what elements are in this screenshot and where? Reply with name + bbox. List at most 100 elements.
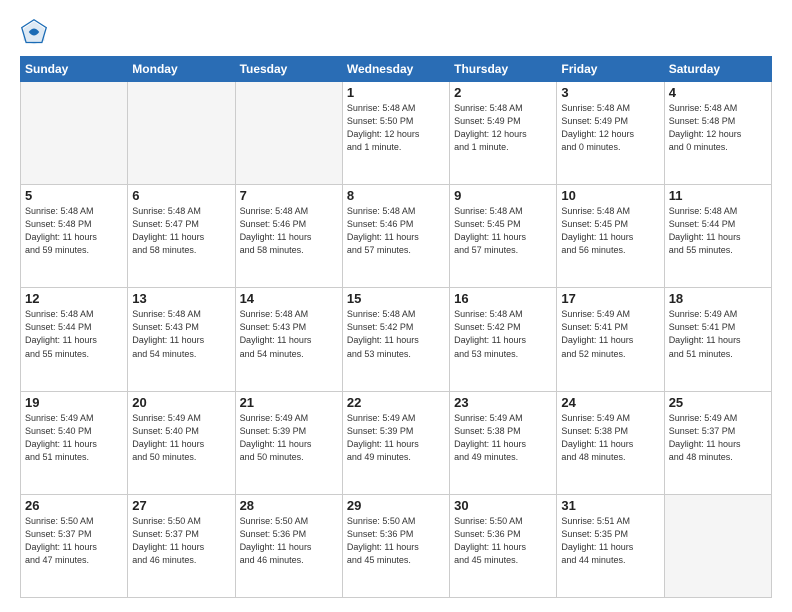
calendar-cell: 2Sunrise: 5:48 AM Sunset: 5:49 PM Daylig… bbox=[450, 82, 557, 185]
day-info: Sunrise: 5:49 AM Sunset: 5:41 PM Dayligh… bbox=[669, 308, 767, 360]
calendar-cell: 28 Sunrise: 5:50 AM Sunset: 5:36 PM Dayli… bbox=[235, 494, 342, 597]
calendar-cell: 8 Sunrise: 5:48 AM Sunset: 5:46 PM Daylig… bbox=[342, 185, 449, 288]
calendar-cell: 4Sunrise: 5:48 AM Sunset: 5:48 PM Daylig… bbox=[664, 82, 771, 185]
day-number: 22 bbox=[347, 395, 445, 410]
day-header-thursday: Thursday bbox=[450, 57, 557, 82]
day-info: Sunrise: 5:48 AM Sunset: 5:49 PM Dayligh… bbox=[454, 102, 552, 154]
day-header-sunday: Sunday bbox=[21, 57, 128, 82]
logo bbox=[20, 18, 52, 46]
day-header-friday: Friday bbox=[557, 57, 664, 82]
day-info: Sunrise: 5:49 AM Sunset: 5:39 PM Dayligh… bbox=[240, 412, 338, 464]
day-info: Sunrise: 5:50 AM Sunset: 5:36 PM Dayligh… bbox=[240, 515, 338, 567]
day-number: 12 bbox=[25, 291, 123, 306]
day-info: Sunrise: 5:48 AM Sunset: 5:43 PM Dayligh… bbox=[240, 308, 338, 360]
calendar-cell: 24Sunrise: 5:49 AM Sunset: 5:38 PM Dayli… bbox=[557, 391, 664, 494]
day-number: 20 bbox=[132, 395, 230, 410]
day-number: 1 bbox=[347, 85, 445, 100]
calendar-cell: 3 Sunrise: 5:48 AM Sunset: 5:49 PM Daylig… bbox=[557, 82, 664, 185]
calendar-week-row: 26 Sunrise: 5:50 AM Sunset: 5:37 PM Dayli… bbox=[21, 494, 772, 597]
day-number: 18 bbox=[669, 291, 767, 306]
day-number: 16 bbox=[454, 291, 552, 306]
calendar-cell: 20 Sunrise: 5:49 AM Sunset: 5:40 PM Dayli… bbox=[128, 391, 235, 494]
calendar-cell: 5 Sunrise: 5:48 AM Sunset: 5:48 PM Daylig… bbox=[21, 185, 128, 288]
calendar-cell bbox=[128, 82, 235, 185]
day-number: 11 bbox=[669, 188, 767, 203]
calendar-cell: 16 Sunrise: 5:48 AM Sunset: 5:42 PM Dayli… bbox=[450, 288, 557, 391]
calendar-cell: 27 Sunrise: 5:50 AM Sunset: 5:37 PM Dayli… bbox=[128, 494, 235, 597]
day-number: 5 bbox=[25, 188, 123, 203]
day-info: Sunrise: 5:48 AM Sunset: 5:46 PM Dayligh… bbox=[347, 205, 445, 257]
day-number: 29 bbox=[347, 498, 445, 513]
calendar-cell: 25 Sunrise: 5:49 AM Sunset: 5:37 PM Dayli… bbox=[664, 391, 771, 494]
calendar-cell: 7Sunrise: 5:48 AM Sunset: 5:46 PM Daylig… bbox=[235, 185, 342, 288]
day-number: 13 bbox=[132, 291, 230, 306]
calendar-cell: 22 Sunrise: 5:49 AM Sunset: 5:39 PM Dayli… bbox=[342, 391, 449, 494]
calendar-cell: 31 Sunrise: 5:51 AM Sunset: 5:35 PM Dayli… bbox=[557, 494, 664, 597]
day-info: Sunrise: 5:49 AM Sunset: 5:40 PM Dayligh… bbox=[25, 412, 123, 464]
day-info: Sunrise: 5:48 AM Sunset: 5:42 PM Dayligh… bbox=[347, 308, 445, 360]
header bbox=[20, 18, 772, 46]
day-info: Sunrise: 5:48 AM Sunset: 5:48 PM Dayligh… bbox=[25, 205, 123, 257]
calendar-cell: 11 Sunrise: 5:48 AM Sunset: 5:44 PM Dayli… bbox=[664, 185, 771, 288]
calendar-table: SundayMondayTuesdayWednesdayThursdayFrid… bbox=[20, 56, 772, 598]
calendar-cell: 29Sunrise: 5:50 AM Sunset: 5:36 PM Dayli… bbox=[342, 494, 449, 597]
day-info: Sunrise: 5:49 AM Sunset: 5:37 PM Dayligh… bbox=[669, 412, 767, 464]
calendar-cell: 26 Sunrise: 5:50 AM Sunset: 5:37 PM Dayli… bbox=[21, 494, 128, 597]
day-info: Sunrise: 5:49 AM Sunset: 5:38 PM Dayligh… bbox=[454, 412, 552, 464]
day-info: Sunrise: 5:50 AM Sunset: 5:36 PM Dayligh… bbox=[454, 515, 552, 567]
calendar-cell: 17Sunrise: 5:49 AM Sunset: 5:41 PM Dayli… bbox=[557, 288, 664, 391]
day-number: 10 bbox=[561, 188, 659, 203]
day-info: Sunrise: 5:48 AM Sunset: 5:50 PM Dayligh… bbox=[347, 102, 445, 154]
day-number: 15 bbox=[347, 291, 445, 306]
day-header-saturday: Saturday bbox=[664, 57, 771, 82]
day-info: Sunrise: 5:48 AM Sunset: 5:44 PM Dayligh… bbox=[669, 205, 767, 257]
day-number: 28 bbox=[240, 498, 338, 513]
day-info: Sunrise: 5:49 AM Sunset: 5:39 PM Dayligh… bbox=[347, 412, 445, 464]
day-number: 27 bbox=[132, 498, 230, 513]
calendar-cell: 12 Sunrise: 5:48 AM Sunset: 5:44 PM Dayli… bbox=[21, 288, 128, 391]
logo-icon bbox=[20, 18, 48, 46]
calendar-cell: 10 Sunrise: 5:48 AM Sunset: 5:45 PM Dayli… bbox=[557, 185, 664, 288]
calendar-week-row: 12 Sunrise: 5:48 AM Sunset: 5:44 PM Dayli… bbox=[21, 288, 772, 391]
day-number: 31 bbox=[561, 498, 659, 513]
day-number: 25 bbox=[669, 395, 767, 410]
day-info: Sunrise: 5:48 AM Sunset: 5:47 PM Dayligh… bbox=[132, 205, 230, 257]
day-info: Sunrise: 5:48 AM Sunset: 5:45 PM Dayligh… bbox=[561, 205, 659, 257]
day-info: Sunrise: 5:48 AM Sunset: 5:45 PM Dayligh… bbox=[454, 205, 552, 257]
day-info: Sunrise: 5:50 AM Sunset: 5:37 PM Dayligh… bbox=[25, 515, 123, 567]
day-number: 21 bbox=[240, 395, 338, 410]
page: SundayMondayTuesdayWednesdayThursdayFrid… bbox=[0, 0, 792, 612]
calendar-cell: 1 Sunrise: 5:48 AM Sunset: 5:50 PM Daylig… bbox=[342, 82, 449, 185]
day-number: 14 bbox=[240, 291, 338, 306]
day-number: 6 bbox=[132, 188, 230, 203]
day-info: Sunrise: 5:48 AM Sunset: 5:46 PM Dayligh… bbox=[240, 205, 338, 257]
day-info: Sunrise: 5:48 AM Sunset: 5:42 PM Dayligh… bbox=[454, 308, 552, 360]
day-info: Sunrise: 5:50 AM Sunset: 5:37 PM Dayligh… bbox=[132, 515, 230, 567]
calendar-cell: 14 Sunrise: 5:48 AM Sunset: 5:43 PM Dayli… bbox=[235, 288, 342, 391]
calendar-cell: 21 Sunrise: 5:49 AM Sunset: 5:39 PM Dayli… bbox=[235, 391, 342, 494]
day-number: 30 bbox=[454, 498, 552, 513]
calendar-cell bbox=[21, 82, 128, 185]
day-number: 17 bbox=[561, 291, 659, 306]
calendar-cell: 30 Sunrise: 5:50 AM Sunset: 5:36 PM Dayli… bbox=[450, 494, 557, 597]
calendar-header-row: SundayMondayTuesdayWednesdayThursdayFrid… bbox=[21, 57, 772, 82]
day-number: 8 bbox=[347, 188, 445, 203]
day-info: Sunrise: 5:48 AM Sunset: 5:49 PM Dayligh… bbox=[561, 102, 659, 154]
day-number: 23 bbox=[454, 395, 552, 410]
day-number: 26 bbox=[25, 498, 123, 513]
day-info: Sunrise: 5:51 AM Sunset: 5:35 PM Dayligh… bbox=[561, 515, 659, 567]
day-info: Sunrise: 5:48 AM Sunset: 5:43 PM Dayligh… bbox=[132, 308, 230, 360]
calendar-cell: 9 Sunrise: 5:48 AM Sunset: 5:45 PM Daylig… bbox=[450, 185, 557, 288]
calendar-week-row: 5 Sunrise: 5:48 AM Sunset: 5:48 PM Daylig… bbox=[21, 185, 772, 288]
calendar-cell: 6 Sunrise: 5:48 AM Sunset: 5:47 PM Daylig… bbox=[128, 185, 235, 288]
calendar-cell: 15 Sunrise: 5:48 AM Sunset: 5:42 PM Dayli… bbox=[342, 288, 449, 391]
calendar-cell bbox=[664, 494, 771, 597]
calendar-cell: 18 Sunrise: 5:49 AM Sunset: 5:41 PM Dayli… bbox=[664, 288, 771, 391]
day-number: 3 bbox=[561, 85, 659, 100]
day-number: 9 bbox=[454, 188, 552, 203]
day-number: 24 bbox=[561, 395, 659, 410]
day-info: Sunrise: 5:48 AM Sunset: 5:48 PM Dayligh… bbox=[669, 102, 767, 154]
day-info: Sunrise: 5:49 AM Sunset: 5:40 PM Dayligh… bbox=[132, 412, 230, 464]
day-info: Sunrise: 5:48 AM Sunset: 5:44 PM Dayligh… bbox=[25, 308, 123, 360]
calendar-cell: 23 Sunrise: 5:49 AM Sunset: 5:38 PM Dayli… bbox=[450, 391, 557, 494]
